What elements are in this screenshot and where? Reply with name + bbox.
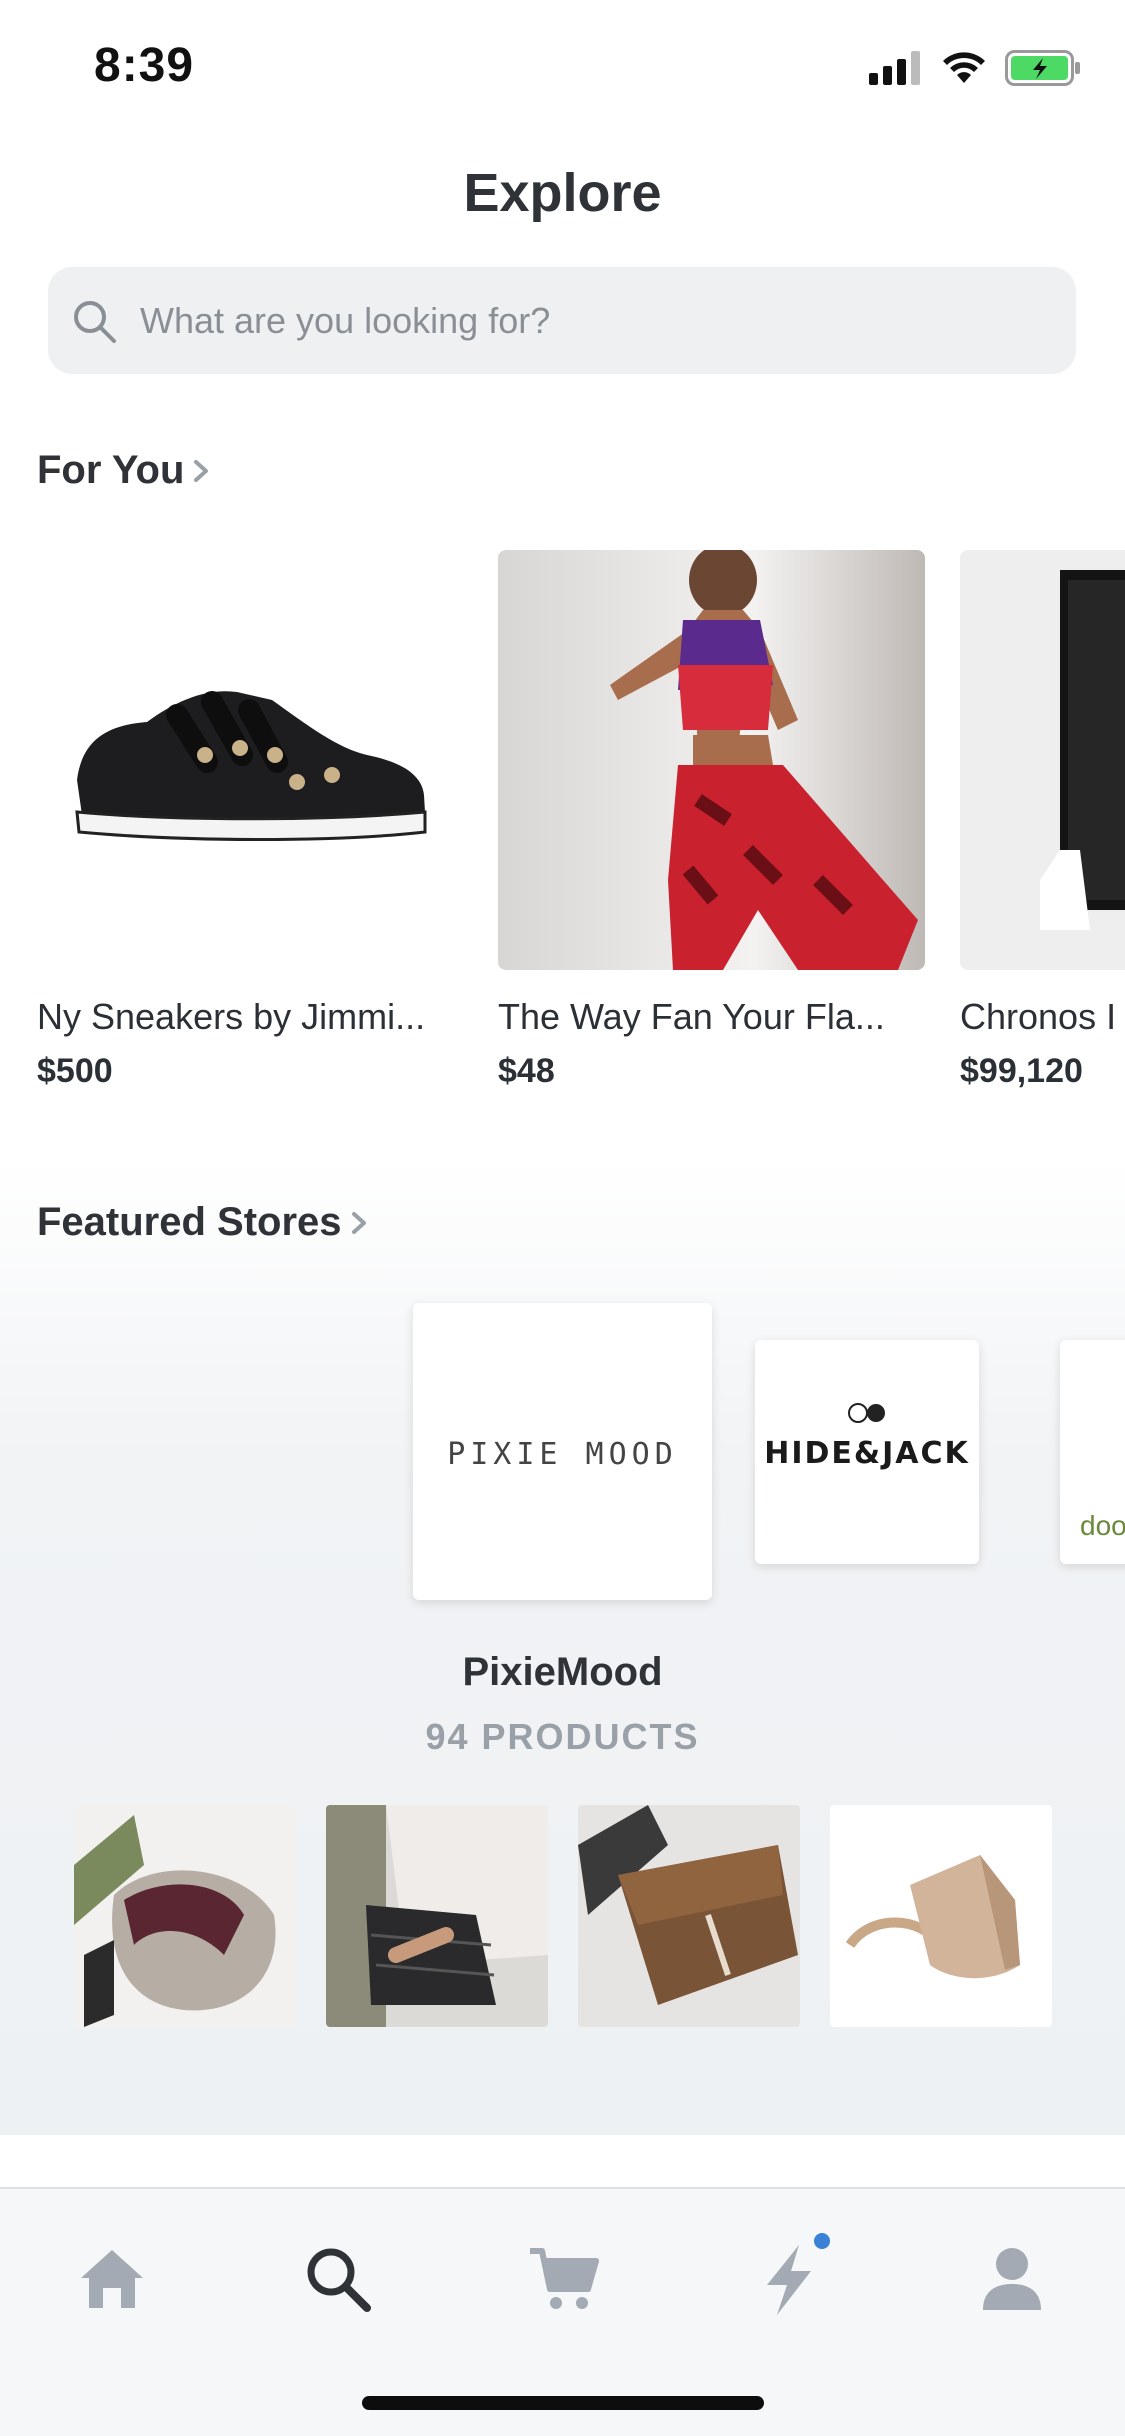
product-image-fitness (498, 550, 925, 970)
tab-home[interactable] (72, 2239, 152, 2319)
store-logo-text: PIXIE MOOD (447, 1437, 678, 1472)
store-card[interactable]: doo (1060, 1340, 1125, 1564)
tab-search[interactable] (298, 2239, 378, 2319)
profile-icon (983, 2248, 1041, 2310)
search-icon (307, 2248, 371, 2312)
home-indicator (362, 2396, 764, 2410)
store-card[interactable]: HIDE&JACK (755, 1340, 979, 1564)
search-input[interactable] (138, 298, 1042, 343)
search-icon (74, 300, 116, 343)
product-name: Ny Sneakers by Jimmi... (37, 996, 426, 1037)
featured-stores-title: Featured Stores (37, 1200, 342, 1244)
store-product-thumb[interactable] (830, 1805, 1052, 2027)
chevron-right-icon (351, 1211, 366, 1234)
tab-activity[interactable] (750, 2233, 830, 2319)
product-card[interactable]: The Way Fan Your Fla... $48 (498, 550, 925, 1091)
tab-cart[interactable] (524, 2239, 604, 2319)
page-title: Explore (463, 163, 662, 223)
product-image-wine-cooler (960, 550, 1125, 970)
for-you-title: For You (37, 448, 185, 492)
cart-icon (530, 2248, 599, 2309)
store-card-selected[interactable]: PIXIE MOOD (413, 1303, 712, 1600)
product-card[interactable]: Ny Sneakers by Jimmi... $500 (37, 550, 464, 1091)
tab-profile[interactable] (972, 2239, 1052, 2319)
store-logo-text: doo (1080, 1510, 1125, 1541)
store-product-thumb[interactable] (326, 1805, 548, 2027)
store-logo-mark (848, 1403, 885, 1423)
notification-badge (814, 2233, 830, 2249)
status-icons (869, 48, 1081, 88)
lightning-icon (767, 2245, 811, 2315)
store-product-thumb[interactable] (74, 1805, 296, 2027)
battery-icon (1005, 50, 1080, 86)
signal-icon (869, 51, 920, 85)
store-logo-text: HIDE&JACK (764, 1436, 970, 1471)
product-price: $500 (37, 1052, 113, 1090)
wifi-icon (943, 52, 985, 83)
product-card[interactable]: Chronos I $99,120 (960, 550, 1125, 1091)
store-product-count: 94 PRODUCTS (425, 1716, 700, 1757)
product-image-sneaker (37, 550, 464, 970)
product-price: $99,120 (960, 1052, 1083, 1090)
product-name: The Way Fan Your Fla... (498, 996, 885, 1037)
search-bar[interactable] (48, 267, 1076, 374)
product-name: Chronos I (960, 996, 1117, 1037)
chevron-right-icon (194, 459, 209, 482)
store-name: PixieMood (462, 1650, 663, 1694)
store-product-thumb[interactable] (578, 1805, 800, 2027)
status-bar: 8:39 (0, 0, 1125, 132)
for-you-header[interactable]: For You (37, 448, 212, 493)
featured-stores-header[interactable]: Featured Stores (37, 1200, 370, 1245)
product-price: $48 (498, 1052, 555, 1090)
explore-screen: 8:39 Explore What are you looking for? F… (0, 0, 1125, 2436)
home-icon (81, 2250, 143, 2308)
status-time: 8:39 (94, 39, 195, 92)
